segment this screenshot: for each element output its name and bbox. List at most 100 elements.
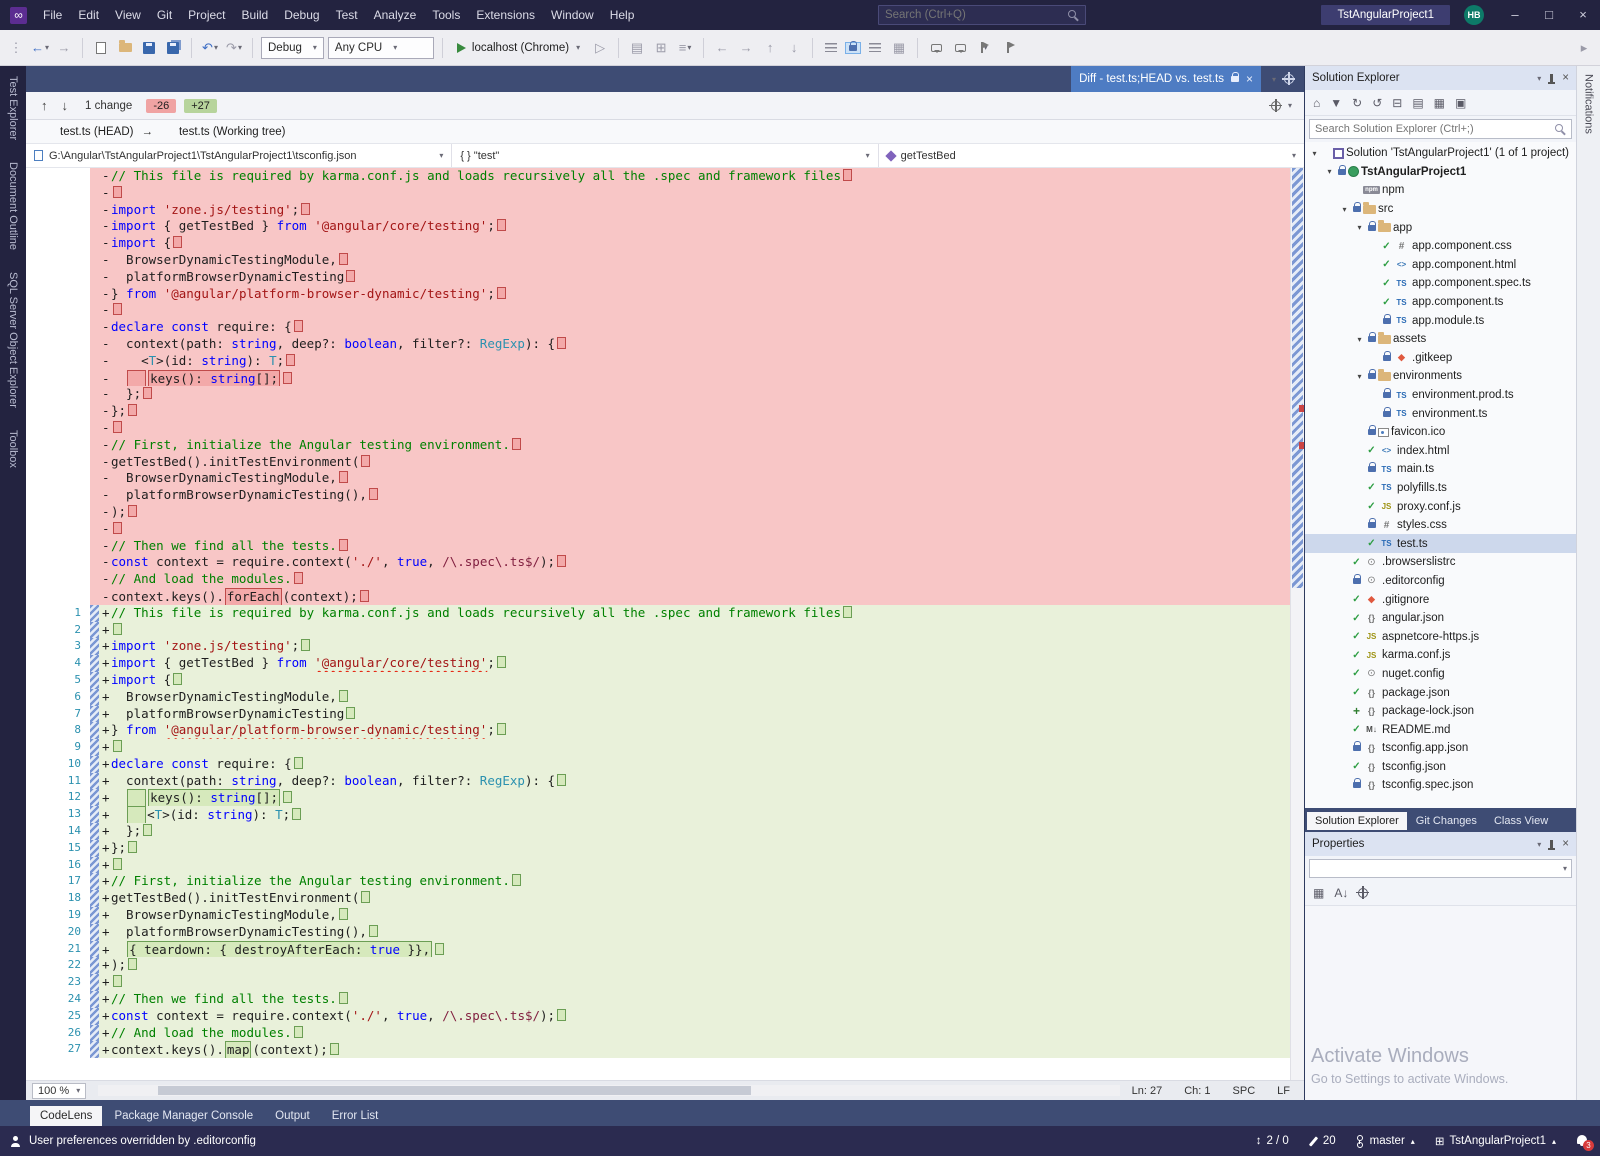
horizontal-scrollbar[interactable] (98, 1085, 1120, 1096)
menu-file[interactable]: File (35, 8, 70, 22)
collapse-all-icon[interactable]: ⊟ (1392, 96, 1402, 110)
sync-selection-icon[interactable]: ↻ (1352, 96, 1362, 110)
save-all-icon[interactable] (163, 36, 183, 60)
horizontal-scrollbar-thumb[interactable] (158, 1086, 751, 1095)
platform-select[interactable]: Any CPU ▾ (327, 36, 434, 59)
notifications-bell[interactable]: 3 (1576, 1134, 1594, 1151)
window-position-caret[interactable]: ▾ (1537, 74, 1541, 83)
comment-icon[interactable] (926, 36, 946, 60)
tree-item[interactable]: TS environment.ts (1305, 404, 1576, 423)
diff-document-tab[interactable]: Diff - test.ts;HEAD vs. test.ts × (1071, 66, 1261, 92)
menu-debug[interactable]: Debug (276, 8, 327, 22)
tree-item[interactable]: ▾ Solution 'TstAngularProject1' (1 of 1 p… (1305, 144, 1576, 163)
undo-icon[interactable]: ↶ ▾ (200, 36, 220, 60)
menu-edit[interactable]: Edit (70, 8, 107, 22)
bottom-tab-package-manager-console[interactable]: Package Manager Console (104, 1106, 263, 1126)
expand-arrow-icon[interactable]: ▾ (1324, 167, 1335, 176)
document-outline-icon[interactable]: ▤ (627, 36, 647, 60)
tree-item[interactable]: ✓ ⊙ nuget.config (1305, 665, 1576, 684)
bottom-tab-error-list[interactable]: Error List (322, 1106, 389, 1126)
panel-tab-solution-explorer[interactable]: Solution Explorer (1307, 812, 1407, 830)
close-panel-icon[interactable]: × (1562, 72, 1569, 84)
window-position-caret[interactable]: ▾ (1537, 840, 1541, 849)
tree-item[interactable]: ▾ environments (1305, 367, 1576, 386)
tree-item[interactable]: ✓ M↓ README.md (1305, 720, 1576, 739)
property-pages-icon[interactable] (1356, 885, 1370, 899)
line-ending-lock-toggle[interactable] (845, 40, 862, 54)
left-tab-document-outline[interactable]: Document Outline (7, 162, 19, 250)
tree-item[interactable]: # styles.css (1305, 516, 1576, 535)
tree-item[interactable]: + {} package-lock.json (1305, 702, 1576, 721)
tab-list-icon[interactable]: ▾ (1272, 75, 1276, 84)
tab-close-icon[interactable]: × (1246, 72, 1253, 86)
expand-arrow-icon[interactable]: ▾ (1354, 223, 1365, 232)
minimize-button[interactable]: – (1498, 0, 1532, 30)
menu-project[interactable]: Project (180, 8, 233, 22)
show-all-files-icon[interactable]: ▤ (1412, 96, 1423, 110)
menu-tools[interactable]: Tools (424, 8, 468, 22)
zoom-select[interactable]: 100 % ▾ (32, 1082, 87, 1099)
debug-config-select[interactable]: Debug ▾ (261, 36, 324, 59)
tree-item[interactable]: ✓ {} angular.json (1305, 609, 1576, 628)
pending-changes-filter-icon[interactable]: ▼ (1330, 96, 1342, 110)
pin-icon[interactable] (1548, 74, 1556, 84)
alphabetical-icon[interactable]: A↓ (1334, 886, 1348, 900)
save-icon[interactable] (139, 36, 159, 60)
tree-item[interactable]: npm npm (1305, 181, 1576, 200)
start-without-debug-icon[interactable]: ▷ (590, 36, 610, 60)
tree-item[interactable]: ✓ <> app.component.html (1305, 256, 1576, 275)
right-tab-notifications[interactable]: Notifications (1583, 74, 1595, 134)
expand-arrow-icon[interactable]: ▾ (1339, 205, 1350, 214)
uncomment-icon[interactable] (950, 36, 970, 60)
left-tab-test-explorer[interactable]: Test Explorer (7, 76, 19, 140)
list-members-icon[interactable]: ≡ ▾ (675, 36, 695, 60)
panel-tab-class-view[interactable]: Class View (1486, 812, 1556, 830)
avatar[interactable]: HB (1464, 5, 1484, 25)
solution-search-input[interactable] (1315, 123, 1555, 135)
move-down-icon[interactable]: ↓ (784, 36, 804, 60)
menu-test[interactable]: Test (328, 8, 366, 22)
panel-tab-git-changes[interactable]: Git Changes (1408, 812, 1485, 830)
move-up-icon[interactable]: ↑ (760, 36, 780, 60)
navigate-back-button[interactable]: ← ▾ (30, 36, 50, 60)
nav-backward-icon[interactable]: ← (712, 36, 732, 60)
tree-item[interactable]: ✓ {} tsconfig.json (1305, 758, 1576, 777)
tree-item[interactable]: {} tsconfig.app.json (1305, 739, 1576, 758)
diff-settings-caret[interactable]: ▾ (1288, 101, 1292, 110)
breadcrumb-path-dropdown[interactable]: G:\Angular\TstAngularProject1\TstAngular… (26, 144, 453, 167)
tree-item[interactable]: ✓ TS polyfills.ts (1305, 479, 1576, 498)
diff-vertical-scrollbar[interactable] (1290, 168, 1304, 1080)
tree-item[interactable]: ✓ JS aspnetcore-https.js (1305, 627, 1576, 646)
split-window-icon[interactable]: ⊞ (651, 36, 671, 60)
scrollbar-thumb[interactable] (1292, 168, 1303, 588)
expand-arrow-icon[interactable]: ▾ (1309, 149, 1320, 158)
tree-item[interactable]: ✓ TS test.ts (1305, 534, 1576, 554)
menu-window[interactable]: Window (543, 8, 602, 22)
pin-icon[interactable] (1548, 840, 1556, 850)
tree-item[interactable]: ✓ JS karma.conf.js (1305, 646, 1576, 665)
indent-icon[interactable] (821, 36, 841, 60)
expand-arrow-icon[interactable]: ▾ (1354, 335, 1365, 344)
diff-settings-gear-icon[interactable] (1268, 98, 1282, 112)
close-button[interactable]: × (1566, 0, 1600, 30)
switch-views-icon[interactable]: ⌂ (1313, 96, 1320, 110)
close-panel-icon[interactable]: × (1562, 838, 1569, 850)
left-tab-toolbox[interactable]: Toolbox (7, 430, 19, 468)
tree-item[interactable]: ▾ src (1305, 200, 1576, 219)
tree-item[interactable]: ▾ TstAngularProject1 (1305, 163, 1576, 182)
tree-item[interactable]: TS app.module.ts (1305, 311, 1576, 330)
menu-analyze[interactable]: Analyze (366, 8, 425, 22)
bottom-tab-codelens[interactable]: CodeLens (30, 1106, 103, 1126)
open-file-icon[interactable] (115, 36, 135, 60)
tree-item[interactable]: ▾ app (1305, 218, 1576, 237)
properties-icon[interactable]: ▦ (1434, 96, 1445, 110)
tree-item[interactable]: ✓ JS proxy.conf.js (1305, 497, 1576, 516)
nav-forward-icon[interactable]: → (736, 36, 756, 60)
repo-selector[interactable]: ⊞ TstAngularProject1 ▴ (1435, 1134, 1556, 1148)
tree-item[interactable]: TS environment.prod.ts (1305, 386, 1576, 405)
tree-item[interactable]: ✓ {} package.json (1305, 683, 1576, 702)
tree-item[interactable]: TS main.ts (1305, 460, 1576, 479)
tree-item[interactable]: ⊙ .editorconfig (1305, 572, 1576, 591)
categorized-icon[interactable]: ▦ (1313, 886, 1324, 900)
menu-extensions[interactable]: Extensions (468, 8, 543, 22)
